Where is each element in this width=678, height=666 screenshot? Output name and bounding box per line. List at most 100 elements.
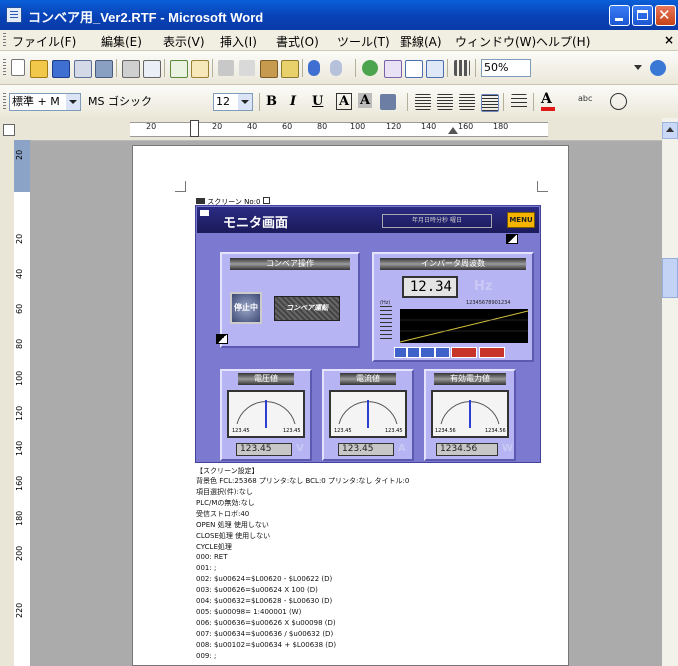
save-icon[interactable] — [52, 60, 70, 78]
help-icon[interactable] — [650, 60, 666, 76]
stop-button[interactable]: 停止中 — [230, 292, 262, 324]
table-icon[interactable] — [405, 60, 423, 78]
close-doc-icon[interactable]: × — [664, 33, 674, 47]
menu-insert[interactable]: 挿入(I) — [220, 33, 257, 50]
vertical-ruler[interactable]: 20 20 40 60 80 100 120 140 160 180 200 2… — [14, 140, 31, 666]
menu-view[interactable]: 表示(V) — [163, 33, 205, 50]
doc-line: 002: $u00624=$L00620 - $L00622 (D) — [196, 575, 333, 583]
zoom-select[interactable]: 50% — [481, 59, 531, 77]
bullets-icon[interactable] — [511, 94, 527, 110]
doc-line: 項目選択(件):なし — [196, 488, 253, 496]
menu-tools[interactable]: ツール(T) — [337, 33, 390, 50]
print-icon[interactable] — [122, 60, 140, 78]
trend-stop-icon[interactable] — [451, 347, 477, 358]
email-icon[interactable] — [95, 60, 113, 78]
doc-line: 背景色 FCL:25368 プリンタ:なし BCL:0 プリンタ:なし タイトル… — [196, 477, 410, 485]
enclose-char-icon[interactable] — [610, 93, 627, 110]
menu-table[interactable]: 罫線(A) — [400, 33, 442, 50]
top-margin-area — [14, 140, 30, 192]
size-select[interactable]: 12 — [213, 93, 253, 111]
menu-edit[interactable]: 編集(E) — [101, 33, 142, 50]
trend-prev-icon[interactable] — [394, 347, 407, 358]
menu-window[interactable]: ウィンドウ(W) — [455, 33, 536, 50]
columns-icon[interactable] — [454, 60, 470, 76]
style-select[interactable]: 標準 + M — [9, 93, 81, 111]
minimize-icon[interactable] — [609, 5, 630, 26]
scroll-thumb[interactable] — [662, 258, 678, 298]
research-icon[interactable] — [191, 60, 209, 78]
new-icon[interactable] — [11, 59, 25, 76]
undo-icon[interactable] — [308, 60, 320, 76]
current-readout: 123.45 — [338, 443, 394, 456]
style-dropdown-icon[interactable] — [66, 94, 80, 110]
conveyor-panel: コンベア操作 停止中 コンベア運転 — [216, 252, 360, 348]
monitor-screen: モニタ画面 年月日時分秒 曜日 MENU コンベア操作 停止中 コンベア運転 イ… — [195, 205, 541, 463]
permission-icon[interactable] — [74, 60, 92, 78]
open-icon[interactable] — [30, 60, 48, 78]
run-button[interactable]: コンベア運転 — [274, 296, 340, 321]
redo-icon[interactable] — [330, 60, 342, 76]
doc-line: 005: $u00098= 1:400001 (W) — [196, 608, 302, 616]
spelling-icon[interactable] — [170, 60, 188, 78]
current-title: 電流値 — [340, 373, 396, 385]
menu-grip — [3, 33, 6, 47]
paste-icon[interactable] — [260, 60, 278, 78]
tab-selector[interactable] — [3, 124, 15, 136]
char-shading-button[interactable]: A — [358, 93, 373, 108]
trend-scale — [380, 306, 392, 342]
font-color-icon[interactable]: A — [541, 92, 555, 111]
horizontal-ruler[interactable]: 20 20 40 60 80 100 120 140 160 180 — [0, 118, 678, 141]
trend-next-icon[interactable] — [407, 347, 420, 358]
format-painter-icon[interactable] — [281, 60, 299, 78]
center-icon[interactable] — [437, 94, 453, 110]
ruler-tick: 20 — [146, 122, 157, 131]
size-dropdown-icon[interactable] — [238, 94, 252, 110]
font-select[interactable]: MS ゴシック — [85, 93, 195, 111]
print-preview-icon[interactable] — [143, 60, 161, 78]
ruler-tick: 220 — [15, 602, 24, 618]
excel-table-icon[interactable] — [426, 60, 444, 78]
align-left-icon[interactable] — [415, 94, 431, 110]
tables-borders-icon[interactable] — [384, 60, 402, 78]
char-border-button[interactable]: A — [336, 93, 353, 110]
bold-button[interactable]: B — [266, 94, 277, 109]
copy-icon[interactable] — [239, 60, 255, 76]
menu-file[interactable]: ファイル(F) — [12, 33, 76, 50]
ruler-tick: 160 — [15, 475, 24, 491]
trend-fast-back-icon[interactable] — [420, 347, 435, 358]
underline-button[interactable]: U — [312, 94, 323, 109]
separator — [302, 59, 303, 77]
align-right-icon[interactable] — [459, 94, 475, 110]
doc-line: 001: ; — [196, 564, 217, 572]
justify-icon[interactable] — [481, 94, 499, 112]
datetime-box: 年月日時分秒 曜日 — [382, 214, 492, 228]
char-scale-icon[interactable] — [380, 94, 396, 110]
scroll-up-button[interactable] — [662, 122, 678, 139]
ruler-tick: 140 — [421, 122, 437, 131]
margin-corner — [175, 181, 186, 192]
close-icon[interactable]: ✕ — [655, 5, 676, 26]
trend-fast-forward-icon[interactable] — [435, 347, 450, 358]
power-title: 有効電力値 — [434, 373, 506, 385]
ruler-tick: 20 — [15, 149, 24, 160]
maximize-icon[interactable] — [632, 5, 653, 26]
vertical-scrollbar[interactable] — [662, 118, 678, 666]
ruler-tick: 100 — [350, 122, 366, 131]
right-indent-marker[interactable] — [448, 127, 458, 134]
screen-title: モニタ画面 — [223, 216, 289, 231]
font-dropdown-icon[interactable] — [192, 94, 194, 110]
hyperlink-icon[interactable] — [362, 60, 378, 76]
doc-line: PLC/Mの無効:なし — [196, 499, 255, 507]
word-app-icon[interactable] — [6, 7, 22, 23]
cut-icon[interactable] — [218, 60, 234, 76]
doc-line: 007: $u00634=$u00636 / $u00632 (D) — [196, 630, 334, 638]
italic-button[interactable]: I — [290, 94, 296, 109]
menu-format[interactable]: 書式(O) — [276, 33, 319, 50]
ruby-icon[interactable]: abc — [578, 94, 594, 110]
zoom-dropdown-icon[interactable] — [634, 65, 642, 70]
menu-button[interactable]: MENU — [507, 212, 535, 228]
indent-marker[interactable] — [190, 120, 199, 137]
trend-clear-icon[interactable] — [479, 347, 505, 358]
doc-line: 006: $u00636=$u00626 X $u00098 (D) — [196, 619, 336, 627]
menu-help[interactable]: ヘルプ(H) — [536, 33, 590, 50]
